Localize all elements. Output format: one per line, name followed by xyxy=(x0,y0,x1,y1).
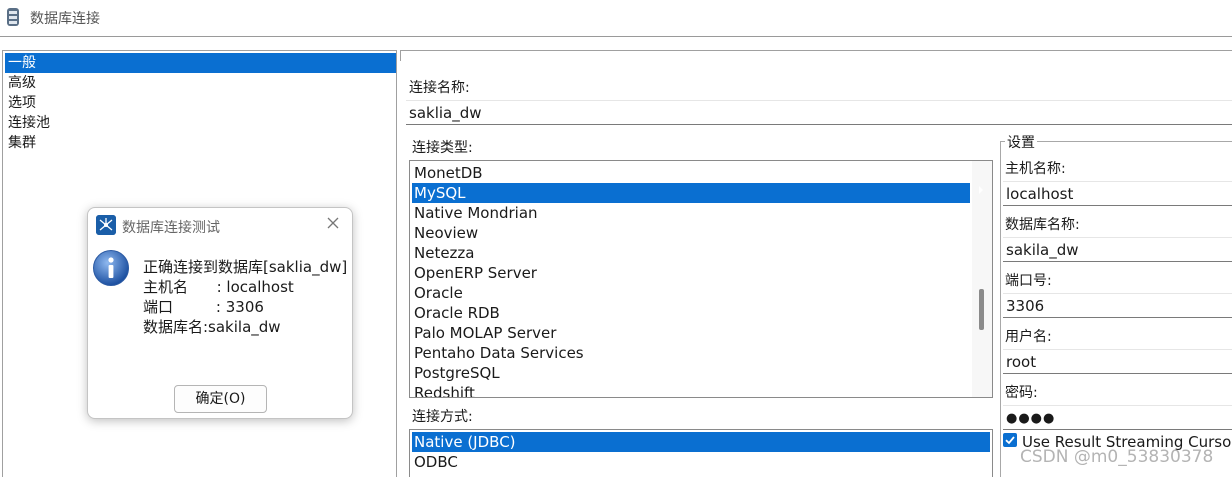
ok-button[interactable]: 确定(O) xyxy=(174,385,267,413)
title-bar: 数据库连接 xyxy=(0,0,1232,37)
dialog-message-line: 主机名 : localhost xyxy=(143,278,294,296)
list-item[interactable]: Pentaho Data Services xyxy=(412,343,970,363)
connection-type-list[interactable]: MonetDB MySQL Native Mondrian Neoview Ne… xyxy=(409,160,993,398)
port-input[interactable]: 3306 xyxy=(1003,293,1232,318)
access-method-label: 连接方式: xyxy=(412,409,473,425)
list-item[interactable]: Oracle RDB xyxy=(412,303,970,323)
list-item-selected[interactable]: Native (JDBC) xyxy=(412,432,990,452)
panel-divider xyxy=(400,50,1232,61)
list-item[interactable]: Oracle xyxy=(412,283,970,303)
sidebar-item-advanced[interactable]: 高级 xyxy=(5,73,396,93)
list-item[interactable]: ODBC xyxy=(412,452,990,472)
list-item[interactable]: Neoview xyxy=(412,223,970,243)
list-item[interactable]: Palo MOLAP Server xyxy=(412,323,970,343)
password-input[interactable]: ●●●● xyxy=(1003,405,1232,430)
list-item[interactable]: PostgreSQL xyxy=(412,363,970,383)
connection-name-input[interactable]: saklia_dw xyxy=(406,100,1232,125)
connection-type-label: 连接类型: xyxy=(412,140,473,156)
list-item[interactable]: Redshift xyxy=(412,383,970,397)
streaming-checkbox[interactable] xyxy=(1003,433,1017,447)
connection-test-dialog: 数据库连接测试 正确连接到数据库[saklia_dw] 主机名 : localh… xyxy=(87,207,353,419)
dialog-title: 数据库连接测试 xyxy=(122,220,220,236)
watermark: CSDN @m0_53830378 xyxy=(1020,447,1214,467)
username-input[interactable]: root xyxy=(1003,349,1232,374)
sidebar-item-options[interactable]: 选项 xyxy=(5,93,396,113)
database-name-label: 数据库名称: xyxy=(1005,217,1080,233)
dialog-message-line: 数据库名:sakila_dw xyxy=(143,318,281,336)
list-item[interactable]: Netezza xyxy=(412,243,970,263)
dialog-message-line: 正确连接到数据库[saklia_dw] xyxy=(143,258,348,276)
chevron-right-icon xyxy=(979,186,983,194)
list-item[interactable]: OpenERP Server xyxy=(412,263,970,283)
host-input[interactable]: localhost xyxy=(1003,181,1232,206)
database-icon xyxy=(7,8,19,26)
close-icon[interactable] xyxy=(324,214,342,232)
password-label: 密码: xyxy=(1005,385,1038,401)
info-icon xyxy=(93,250,129,286)
sidebar-item-general[interactable]: 一般 xyxy=(5,53,396,73)
list-item[interactable]: Native Mondrian xyxy=(412,203,970,223)
connection-name-label: 连接名称: xyxy=(409,80,470,96)
sidebar-item-cluster[interactable]: 集群 xyxy=(5,133,396,153)
list-item[interactable]: MonetDB xyxy=(412,163,970,183)
port-label: 端口号: xyxy=(1005,273,1052,289)
host-label: 主机名称: xyxy=(1005,161,1066,177)
database-name-input[interactable]: sakila_dw xyxy=(1003,237,1232,262)
sidebar-item-pooling[interactable]: 连接池 xyxy=(5,113,396,133)
scrollbar-track[interactable] xyxy=(972,161,992,397)
window-title: 数据库连接 xyxy=(30,11,100,27)
scrollbar-thumb[interactable] xyxy=(979,289,984,330)
settings-title: 设置 xyxy=(1005,132,1037,152)
list-item-selected[interactable]: MySQL xyxy=(412,183,970,203)
dialog-message-line: 端口 : 3306 xyxy=(143,298,264,316)
username-label: 用户名: xyxy=(1005,329,1052,345)
app-logo-icon xyxy=(96,215,116,235)
check-icon xyxy=(1005,436,1015,445)
access-method-list[interactable]: Native (JDBC) ODBC xyxy=(409,429,993,477)
